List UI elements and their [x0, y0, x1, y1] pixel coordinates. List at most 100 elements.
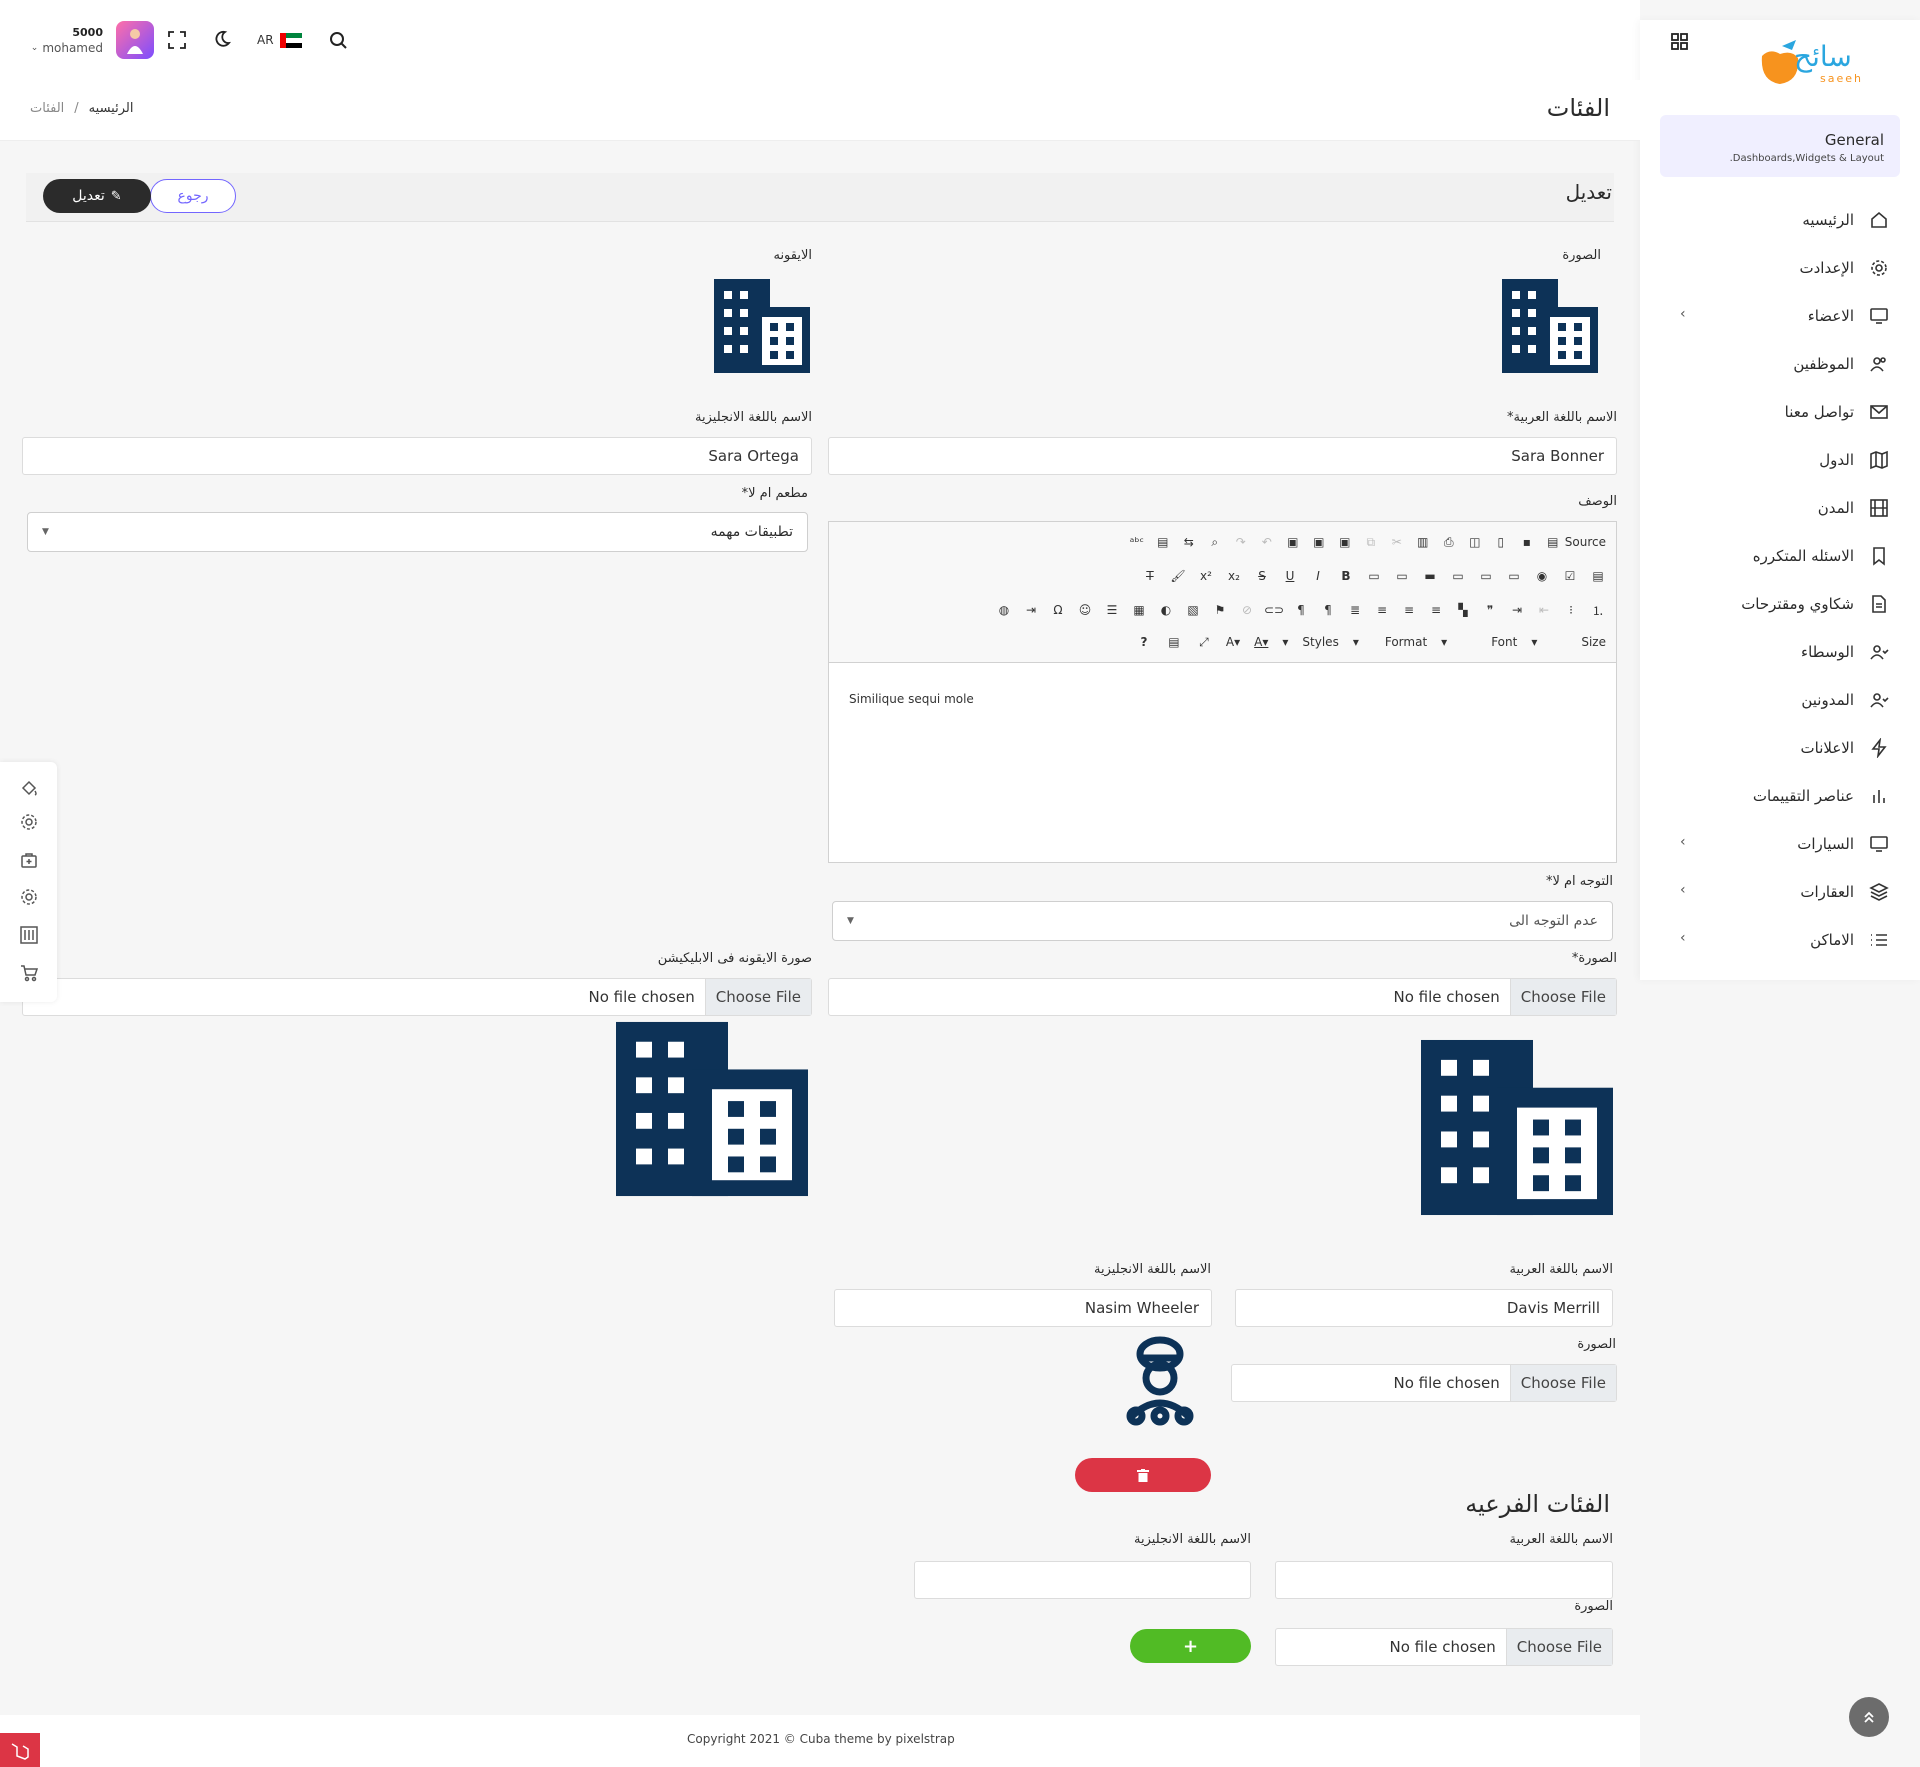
- language-icon[interactable]: ◍: [996, 602, 1012, 618]
- sidebar-item-4[interactable]: الموظفين: [1670, 349, 1890, 379]
- justify-icon[interactable]: ≣: [1347, 602, 1363, 618]
- sub-name-ar-input[interactable]: Davis Merrill: [1235, 1289, 1613, 1327]
- font-dropdown-label[interactable]: Font: [1491, 635, 1517, 649]
- back-button[interactable]: رجوع: [150, 179, 236, 213]
- checkbox-icon[interactable]: ☑: [1562, 568, 1578, 584]
- sidebar-item-6[interactable]: الدول: [1670, 445, 1890, 475]
- text-color-button[interactable]: A▾: [1254, 635, 1268, 649]
- sidebar-item-14[interactable]: السيارات: [1670, 829, 1890, 859]
- styles-dropdown-arrow[interactable]: ▾: [1353, 635, 1359, 649]
- bulleted-list-icon[interactable]: ⁝: [1563, 602, 1579, 618]
- find-icon[interactable]: ⌕: [1207, 534, 1223, 550]
- logo[interactable]: سائح saeeh: [1752, 36, 1887, 91]
- restaurant-select[interactable]: ▼ تطبيقات مهمه: [27, 512, 808, 552]
- direction-select[interactable]: ▼ عدم التوجه الى: [832, 901, 1613, 941]
- italic-icon[interactable]: I: [1310, 568, 1326, 584]
- print-icon[interactable]: ⎙: [1441, 534, 1457, 550]
- new-page-icon[interactable]: ▯: [1493, 534, 1509, 550]
- smiley-icon[interactable]: ☺: [1077, 602, 1093, 618]
- sidebar-item-11[interactable]: المدونين: [1670, 685, 1890, 715]
- sidebar-item-16[interactable]: الاماكن: [1670, 925, 1890, 955]
- user-profile[interactable]: 5000 ⌄ mohamed: [28, 26, 103, 56]
- scroll-to-top-button[interactable]: [1849, 1697, 1889, 1737]
- subcat-image-file-input[interactable]: No file chosen Choose File: [1275, 1628, 1613, 1666]
- subcat-name-ar-input[interactable]: [1275, 1561, 1613, 1599]
- size-dropdown[interactable]: ▾: [1282, 635, 1288, 649]
- strikethrough-icon[interactable]: S: [1254, 568, 1270, 584]
- subcat-image-choose-file-button[interactable]: Choose File: [1517, 1638, 1602, 1656]
- redo-icon[interactable]: ↷: [1233, 534, 1249, 550]
- sidebar-item-8[interactable]: الاسئله المتكرره: [1670, 541, 1890, 571]
- settings-icon[interactable]: [20, 888, 38, 906]
- subcat-name-en-input[interactable]: [914, 1561, 1251, 1599]
- sidebar-item-10[interactable]: الوسطاء: [1670, 637, 1890, 667]
- format-dropdown-arrow[interactable]: ▾: [1441, 635, 1447, 649]
- anchor-icon[interactable]: ⚑: [1212, 602, 1228, 618]
- sub-image-file-input[interactable]: No file chosen Choose File: [1231, 1364, 1617, 1402]
- search-icon[interactable]: [329, 31, 349, 51]
- chevron-left-icon[interactable]: ‹: [1680, 306, 1686, 322]
- chevron-left-icon[interactable]: ‹: [1680, 834, 1686, 850]
- sidebar-item-5[interactable]: تواصل معنا: [1670, 397, 1890, 427]
- text-field-icon[interactable]: ▭: [1506, 568, 1522, 584]
- name-ar-input[interactable]: Sara Bonner: [828, 437, 1617, 475]
- unlink-icon[interactable]: ⊘: [1239, 602, 1255, 618]
- paint-bucket-icon[interactable]: [20, 779, 38, 797]
- underline-icon[interactable]: U: [1282, 568, 1298, 584]
- superscript-icon[interactable]: x²: [1198, 568, 1214, 584]
- photo-file-input[interactable]: No file chosen Choose File: [828, 978, 1617, 1016]
- rich-text-editor[interactable]: ᵃᵇᶜ ▤ ⇆ ⌕ ↷ ↶ ▣ ▣ ▣ ⧉ ✂ ▥ ⎙ ◫ ▯ ▪ ▤ Sourc…: [828, 521, 1617, 863]
- outdent-icon[interactable]: ⇤: [1536, 602, 1552, 618]
- select-all-icon[interactable]: ▤: [1155, 534, 1171, 550]
- styles-dropdown-label[interactable]: Styles: [1302, 635, 1338, 649]
- paste-icon[interactable]: ▣: [1337, 534, 1353, 550]
- hidden-field-icon[interactable]: ▭: [1366, 568, 1382, 584]
- chevron-left-icon[interactable]: ‹: [1680, 930, 1686, 946]
- radio-icon[interactable]: ◉: [1534, 568, 1550, 584]
- preview-icon[interactable]: ◫: [1467, 534, 1483, 550]
- templates-icon[interactable]: ▥: [1415, 534, 1431, 550]
- table-icon[interactable]: ▦: [1131, 602, 1147, 618]
- undo-icon[interactable]: ↶: [1259, 534, 1275, 550]
- format-dropdown-label[interactable]: Format: [1385, 635, 1427, 649]
- sub-image-choose-file-button[interactable]: Choose File: [1521, 1374, 1606, 1392]
- sidebar-item-9[interactable]: شكاوي ومقترحات: [1670, 589, 1890, 619]
- app-icon-file-input[interactable]: No file chosen Choose File: [22, 978, 812, 1016]
- bg-color-button[interactable]: A▾: [1226, 635, 1240, 649]
- blockquote-icon[interactable]: ❞: [1482, 602, 1498, 618]
- avatar[interactable]: [116, 21, 154, 59]
- editor-content[interactable]: Similique sequi mole: [849, 692, 974, 706]
- name-en-input[interactable]: Sara Ortega: [22, 437, 812, 475]
- edit-button[interactable]: تعديل ✎: [43, 179, 151, 213]
- app-icon-choose-file-button[interactable]: Choose File: [716, 988, 801, 1006]
- sidebar-item-3[interactable]: الاعضاء: [1670, 301, 1890, 331]
- size-dropdown-label[interactable]: Size: [1581, 635, 1606, 649]
- save-icon[interactable]: ▪: [1519, 534, 1535, 550]
- sidebar-item-1[interactable]: الرئيسيه: [1670, 205, 1890, 235]
- source-button[interactable]: ▤ Source: [1545, 534, 1606, 550]
- form-icon[interactable]: ▤: [1590, 568, 1606, 584]
- dark-mode-icon[interactable]: [213, 30, 233, 50]
- button-icon[interactable]: ▬: [1422, 568, 1438, 584]
- image-icon[interactable]: ▧: [1185, 602, 1201, 618]
- maximize-icon[interactable]: ⤢: [1196, 634, 1212, 650]
- medical-kit-icon[interactable]: [20, 851, 38, 869]
- sidebar-item-15[interactable]: العقارات: [1670, 877, 1890, 907]
- bold-icon[interactable]: B: [1338, 568, 1354, 584]
- remove-format-icon[interactable]: T̶: [1142, 568, 1158, 584]
- font-dropdown-arrow[interactable]: ▾: [1531, 635, 1537, 649]
- subscript-icon[interactable]: x₂: [1226, 568, 1242, 584]
- paste-text-icon[interactable]: ▣: [1311, 534, 1327, 550]
- copy-icon[interactable]: ⧉: [1363, 534, 1379, 550]
- gear-icon[interactable]: [20, 813, 38, 831]
- sidebar-item-2[interactable]: الإعدادت: [1670, 253, 1890, 283]
- replace-icon[interactable]: ⇆: [1181, 534, 1197, 550]
- copy-format-icon[interactable]: 🖌: [1170, 568, 1186, 584]
- chevron-left-icon[interactable]: ‹: [1680, 882, 1686, 898]
- align-center-icon[interactable]: ≡: [1401, 602, 1417, 618]
- breadcrumb-home[interactable]: الرئيسيه: [89, 101, 134, 116]
- align-right-icon[interactable]: ≡: [1374, 602, 1390, 618]
- div-icon[interactable]: ▚: [1455, 602, 1471, 618]
- photo-choose-file-button[interactable]: Choose File: [1521, 988, 1606, 1006]
- bidi-rtl-icon[interactable]: ¶: [1293, 602, 1309, 618]
